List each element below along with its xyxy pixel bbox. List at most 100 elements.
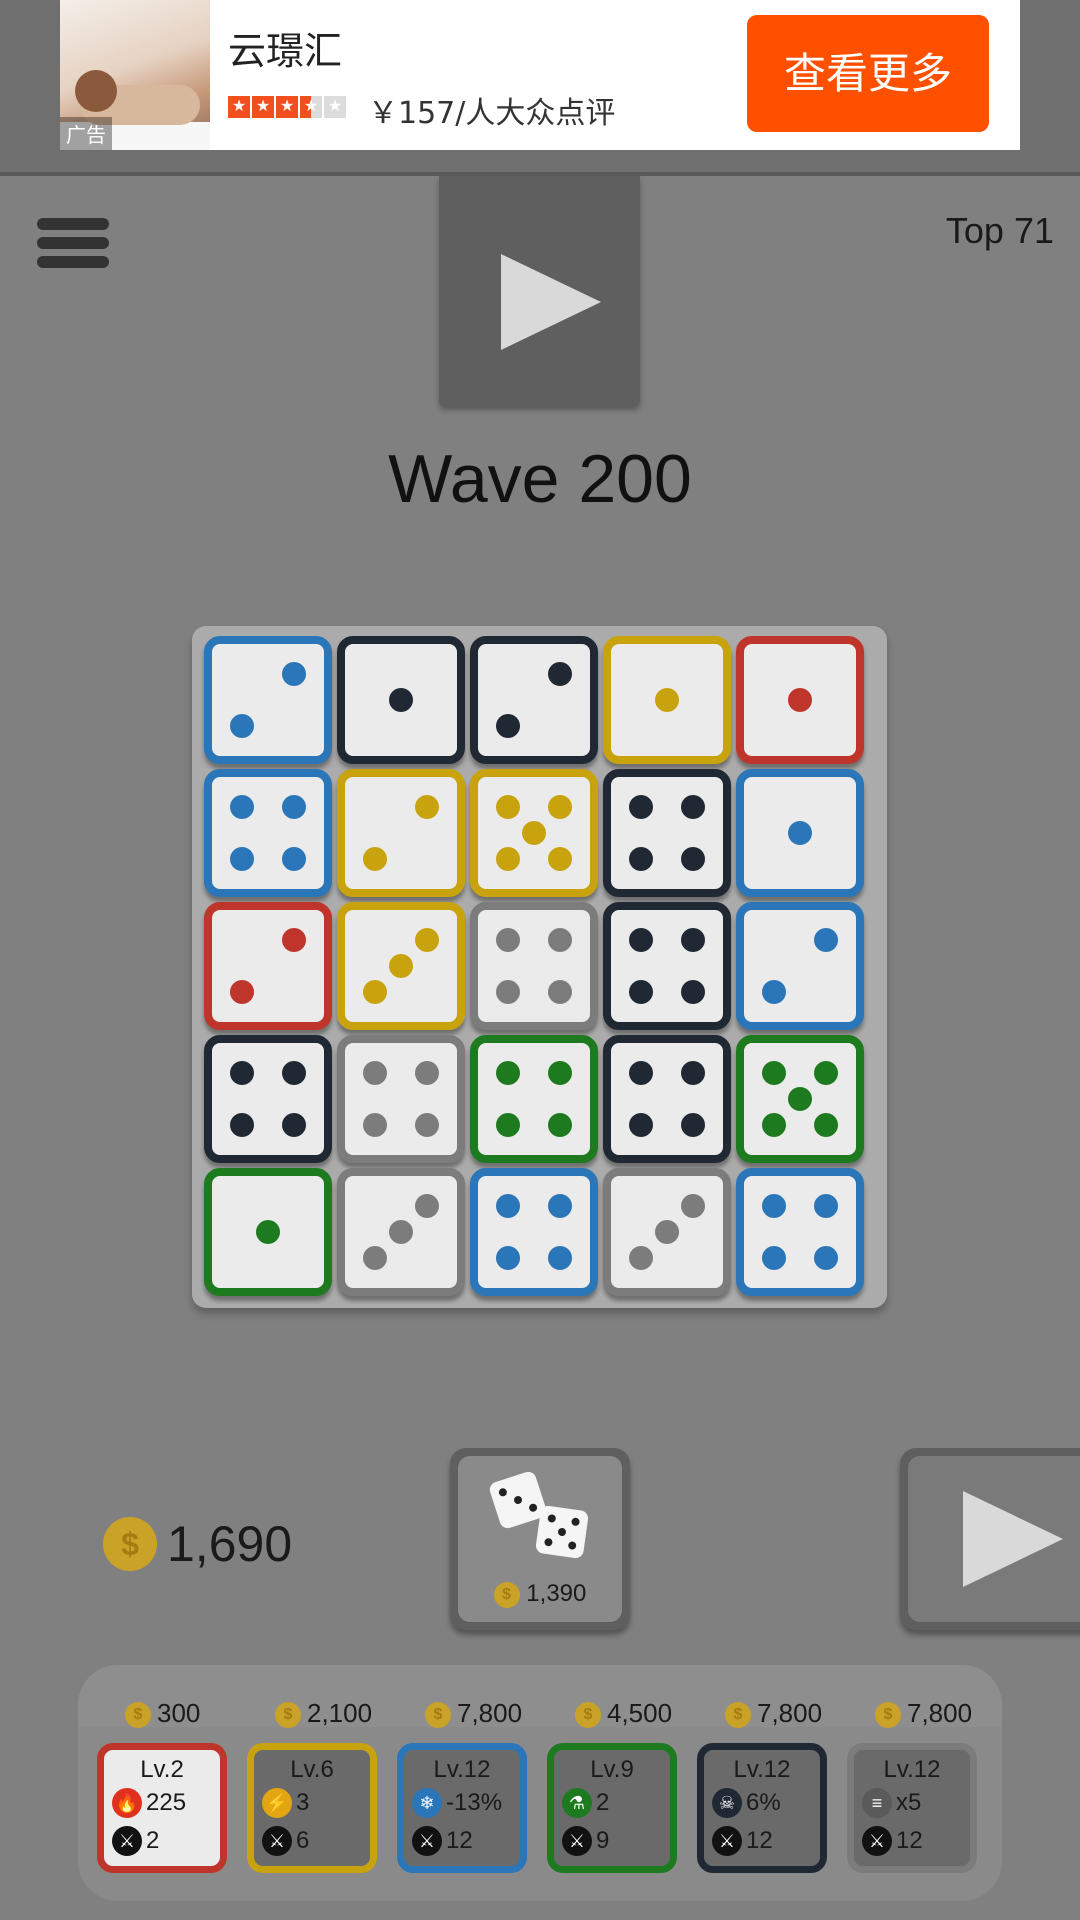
pip (281, 1061, 306, 1086)
pip (680, 795, 705, 820)
die-green[interactable] (470, 1035, 598, 1163)
pip (496, 1112, 521, 1137)
upgrade-card-green[interactable]: Lv.9 ⚗ 2 ⚔ 9 (547, 1743, 677, 1873)
star-icon: ★ (276, 96, 298, 118)
pip (629, 1245, 654, 1270)
upgrade-level: Lv.12 (733, 1756, 791, 1783)
pip (496, 1245, 521, 1270)
roll-dice-button[interactable]: $ 1,390 (450, 1448, 630, 1630)
play-icon (963, 1491, 1063, 1587)
upgrade-cost: $7,800 (875, 1698, 972, 1729)
pip (629, 795, 654, 820)
pip (496, 846, 521, 871)
upgrade-stat-row: ❄ -13% (412, 1788, 502, 1818)
die-yellow[interactable] (470, 769, 598, 897)
pip (655, 1220, 679, 1244)
die-red[interactable] (736, 636, 864, 764)
pip (256, 1220, 280, 1244)
pip (788, 821, 812, 845)
pip (629, 846, 654, 871)
upgrade-stat: 2 (596, 1789, 610, 1816)
pip (680, 1194, 705, 1219)
die-blue[interactable] (204, 636, 332, 764)
die-gray[interactable] (337, 1168, 465, 1296)
pip (813, 1245, 838, 1270)
pip (414, 1061, 439, 1086)
sword-icon: ⚔ (712, 1826, 742, 1856)
die-green[interactable] (736, 1035, 864, 1163)
die-blue[interactable] (736, 769, 864, 897)
ad-price: ￥157/人大众点评 (368, 96, 616, 131)
coin-icon: $ (125, 1702, 151, 1729)
menu-icon[interactable] (37, 218, 109, 268)
pip (230, 713, 255, 738)
pip (522, 821, 546, 845)
sword-icon: ⚔ (562, 1826, 592, 1856)
pip (813, 1194, 838, 1219)
die-yellow[interactable] (337, 769, 465, 897)
pip (281, 1112, 306, 1137)
pip (547, 928, 572, 953)
pip (629, 1061, 654, 1086)
die-blue[interactable] (204, 769, 332, 897)
pip (281, 795, 306, 820)
die-red[interactable] (204, 902, 332, 1030)
ad-image[interactable]: 广告 (60, 0, 210, 150)
upgrade-cost: $4,500 (575, 1698, 672, 1729)
pip (414, 928, 439, 953)
upgrade-card-red[interactable]: Lv.2 🔥 225 ⚔ 2 (97, 1743, 227, 1873)
pip (762, 1194, 787, 1219)
roll-cost-value: 1,390 (526, 1580, 587, 1607)
die-green[interactable] (204, 1168, 332, 1296)
upgrade-card-black[interactable]: Lv.12 ☠ 6% ⚔ 12 (697, 1743, 827, 1873)
pip (680, 846, 705, 871)
upgrade-cost: $300 (125, 1698, 200, 1729)
upgrade-damage-row: ⚔ 9 (562, 1826, 609, 1856)
star-icon: ★ (252, 96, 274, 118)
start-wave-button[interactable] (439, 176, 640, 406)
upgrade-level: Lv.9 (590, 1756, 634, 1783)
die-black[interactable] (603, 902, 731, 1030)
die-blue[interactable] (470, 1168, 598, 1296)
upgrade-damage: 9 (596, 1827, 610, 1854)
pip (813, 1061, 838, 1086)
die-blue[interactable] (736, 902, 864, 1030)
upgrade-card-yellow[interactable]: Lv.6 ⚡ 3 ⚔ 6 (247, 1743, 377, 1873)
upgrade-cost-value: 4,500 (607, 1698, 673, 1728)
ad-rating-stars: ★ ★ ★ ★ ★ (228, 96, 346, 118)
pip (547, 1245, 572, 1270)
die-black[interactable] (603, 769, 731, 897)
pip (496, 1194, 521, 1219)
ad-title[interactable]: 云璟汇 (228, 20, 342, 75)
upgrade-damage: 2 (146, 1827, 160, 1854)
upgrade-cost-value: 300 (157, 1698, 201, 1728)
die-yellow[interactable] (603, 636, 731, 764)
upgrade-cost-value: 7,800 (457, 1698, 523, 1728)
pip (788, 688, 812, 712)
upgrade-stat: 3 (296, 1789, 310, 1816)
die-black[interactable] (603, 1035, 731, 1163)
die-black[interactable] (204, 1035, 332, 1163)
ad-banner[interactable]: 广告 云璟汇 ★ ★ ★ ★ ★ ￥157/人大众点评 查看更多 (60, 0, 1020, 150)
pip (230, 1112, 255, 1137)
die-black[interactable] (337, 636, 465, 764)
die-gray[interactable] (603, 1168, 731, 1296)
coin-icon: $ (875, 1702, 901, 1729)
upgrade-stat: -13% (446, 1789, 503, 1816)
pip (363, 1061, 388, 1086)
die-gray[interactable] (337, 1035, 465, 1163)
die-yellow[interactable] (337, 902, 465, 1030)
fast-forward-button[interactable] (900, 1448, 1080, 1630)
die-blue[interactable] (736, 1168, 864, 1296)
upgrade-stat-row: ☠ 6% (712, 1788, 781, 1818)
pip (655, 688, 679, 712)
upgrade-stat: 225 (146, 1789, 187, 1816)
ad-cta-button[interactable]: 查看更多 (747, 15, 989, 132)
die-black[interactable] (470, 636, 598, 764)
upgrade-level: Lv.6 (290, 1756, 334, 1783)
pip (363, 979, 388, 1004)
die-gray[interactable] (470, 902, 598, 1030)
coin-icon: $ (103, 1517, 157, 1571)
upgrade-card-gray[interactable]: Lv.12 ≡ x5 ⚔ 12 (847, 1743, 977, 1873)
upgrade-card-blue[interactable]: Lv.12 ❄ -13% ⚔ 12 (397, 1743, 527, 1873)
